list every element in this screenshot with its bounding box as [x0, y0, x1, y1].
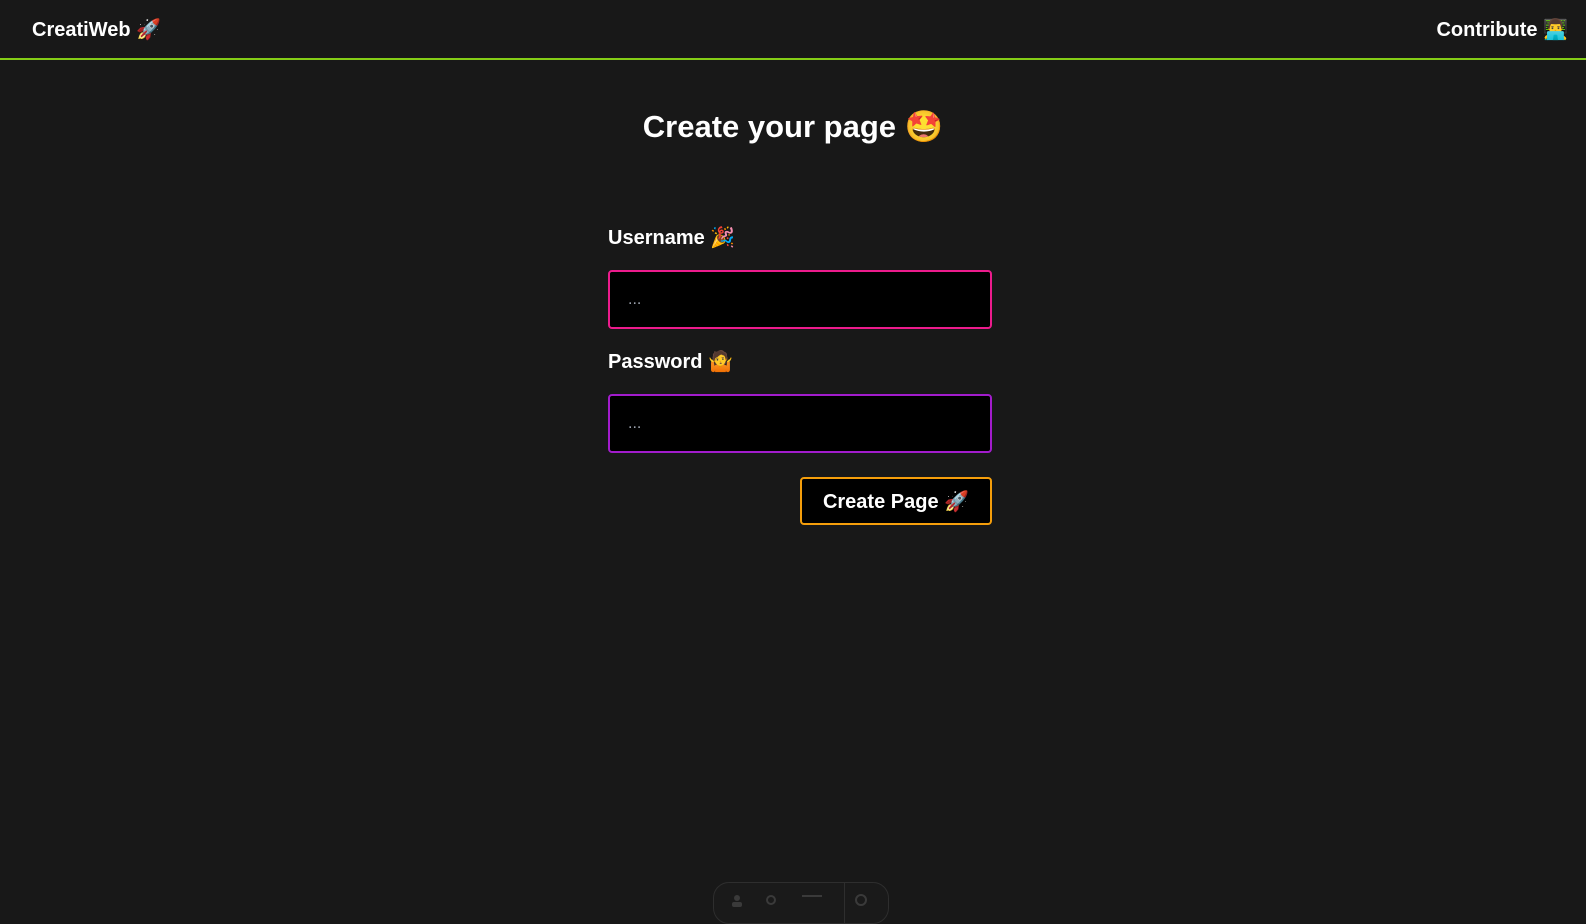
settings-icon[interactable] [764, 893, 778, 907]
password-input[interactable] [608, 394, 992, 453]
page-title: Create your page 🤩 [642, 109, 944, 144]
create-page-form: Username 🎉 Password 🤷 Create Page 🚀 [608, 224, 992, 525]
contribute-link[interactable]: Contribute 👨‍💻 [1436, 16, 1568, 44]
brand-link[interactable]: CreatiWeb 🚀 [32, 16, 161, 44]
top-navbar: CreatiWeb 🚀 Contribute 👨‍💻 [0, 0, 1586, 60]
gear-icon[interactable] [854, 893, 868, 907]
form-actions: Create Page 🚀 [608, 477, 992, 525]
create-page-button[interactable]: Create Page 🚀 [800, 477, 992, 525]
username-input[interactable] [608, 270, 992, 329]
user-icon[interactable] [730, 893, 744, 907]
bottom-dock [713, 882, 889, 924]
dock-separator [844, 883, 845, 923]
password-label: Password 🤷 [608, 351, 733, 373]
username-label: Username 🎉 [608, 227, 736, 249]
menu-icon[interactable] [802, 893, 822, 907]
